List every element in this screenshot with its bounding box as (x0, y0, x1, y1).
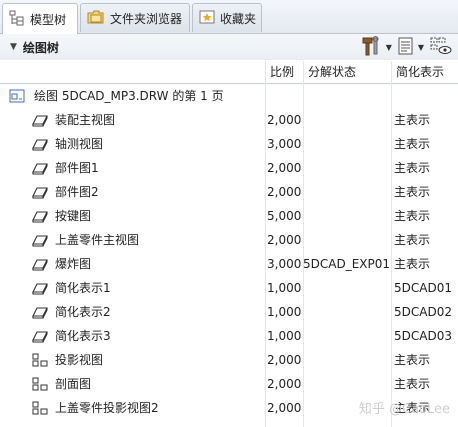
projection-view-icon (31, 353, 49, 370)
tree-row-view[interactable]: 简化表示3 1,000 5DCAD03 (0, 324, 458, 348)
tree-header: ▼ 绘图树 ▼ ▼ (0, 34, 458, 60)
view-icon (31, 233, 49, 250)
view-icon (31, 209, 49, 226)
tree-root-row[interactable]: 绘图 5DCAD_MP3.DRW 的第 1 页 (0, 84, 458, 108)
tree-row-view[interactable]: 装配主视图 2,000 主表示 (0, 108, 458, 132)
tree-row-view[interactable]: 简化表示1 1,000 5DCAD01 (0, 276, 458, 300)
hidden-items-icon (430, 36, 452, 59)
tree-row-view[interactable]: 部件图1 2,000 主表示 (0, 156, 458, 180)
view-scale: 2,000 (267, 161, 302, 175)
view-scale: 1,000 (267, 281, 302, 295)
view-simplified-rep: 主表示 (394, 113, 431, 127)
tree-row-view[interactable]: 按键图 5,000 主表示 (0, 204, 458, 228)
tab-favorites[interactable]: 收藏夹 (192, 3, 262, 32)
hammer-wrench-icon (360, 35, 382, 59)
filter-tool-button[interactable] (430, 36, 452, 59)
settings-tool-button[interactable]: ▼ (360, 35, 392, 59)
view-simplified-rep: 5DCAD02 (394, 305, 452, 319)
collapse-caret-icon[interactable]: ▼ (10, 42, 17, 52)
tab-bar: 模型树 文件夹浏览器 收藏夹 (0, 0, 458, 34)
view-icon (31, 305, 49, 322)
view-scale: 1,000 (267, 329, 302, 343)
drawing-sheet-icon (9, 89, 25, 106)
view-scale: 1,000 (267, 305, 302, 319)
view-scale: 2,000 (267, 353, 302, 367)
tab-folder-browser[interactable]: 文件夹浏览器 (80, 3, 190, 32)
view-icon (31, 329, 49, 346)
view-name: 部件图1 (55, 161, 99, 175)
tree-row-view[interactable]: 上盖零件主视图 2,000 主表示 (0, 228, 458, 252)
view-simplified-rep: 主表示 (394, 209, 431, 223)
column-header-exploded-state[interactable]: 分解状态 (303, 61, 391, 83)
view-scale: 2,000 (267, 233, 302, 247)
view-simplified-rep: 主表示 (394, 161, 431, 175)
view-simplified-rep: 5DCAD01 (394, 281, 452, 295)
tree-title: 绘图树 (22, 40, 59, 55)
view-simplified-rep: 主表示 (394, 257, 431, 271)
view-simplified-rep: 主表示 (394, 353, 431, 367)
view-scale: 5,000 (267, 209, 302, 223)
view-name: 部件图2 (55, 185, 99, 199)
view-name: 爆炸图 (55, 257, 92, 271)
view-icon (31, 257, 49, 274)
column-header-simplified-rep[interactable]: 简化表示 (391, 61, 458, 83)
projection-view-icon (31, 377, 49, 394)
view-scale: 3,000 (267, 137, 302, 151)
tree-row-view[interactable]: 部件图2 2,000 主表示 (0, 180, 458, 204)
view-scale: 2,000 (267, 185, 302, 199)
view-scale: 2,000 (267, 113, 302, 127)
view-simplified-rep: 主表示 (394, 377, 431, 391)
projection-view-icon (31, 401, 49, 418)
view-icon (31, 161, 49, 178)
model-tree-icon (9, 10, 25, 29)
view-name: 简化表示2 (55, 305, 111, 319)
show-tool-button[interactable]: ▼ (398, 37, 424, 58)
tab-label: 收藏夹 (220, 11, 257, 26)
view-name: 上盖零件主视图 (55, 233, 140, 247)
tree-row-view[interactable]: 剖面图 2,000 主表示 (0, 372, 458, 396)
view-icon (31, 185, 49, 202)
view-icon (31, 113, 49, 130)
view-name: 剖面图 (55, 377, 92, 391)
view-name: 装配主视图 (55, 113, 116, 127)
view-name: 简化表示1 (55, 281, 111, 295)
view-name: 轴测视图 (55, 137, 104, 151)
dropdown-arrow-icon: ▼ (385, 42, 392, 52)
tab-label: 文件夹浏览器 (110, 11, 183, 26)
view-name: 简化表示3 (55, 329, 111, 343)
column-header-scale[interactable]: 比例 (265, 61, 303, 83)
list-display-icon (398, 37, 414, 58)
tree-root-label: 绘图 5DCAD_MP3.DRW 的第 1 页 (34, 89, 224, 103)
view-name: 投影视图 (55, 353, 104, 367)
view-simplified-rep: 主表示 (394, 137, 431, 151)
view-simplified-rep: 主表示 (394, 185, 431, 199)
tree-row-view[interactable]: 爆炸图 3,000 5DCAD_EXP01 主表示 (0, 252, 458, 276)
tree-row-view[interactable]: 轴测视图 3,000 主表示 (0, 132, 458, 156)
favorites-icon (199, 9, 215, 28)
tab-label: 模型树 (30, 12, 67, 27)
tab-model-tree[interactable]: 模型树 (2, 3, 78, 34)
tree-row-view[interactable]: 投影视图 2,000 主表示 (0, 348, 458, 372)
folder-icon (87, 9, 105, 28)
view-icon (31, 137, 49, 154)
view-scale: 2,000 (267, 401, 302, 415)
view-exploded-state: 5DCAD_EXP01 (303, 257, 391, 271)
column-header-row: 比例 分解状态 简化表示 (0, 61, 458, 84)
watermark: 知乎 @CaoLee (358, 402, 450, 417)
view-icon (31, 281, 49, 298)
view-simplified-rep: 主表示 (394, 233, 431, 247)
tree-row-view[interactable]: 简化表示2 1,000 5DCAD02 (0, 300, 458, 324)
view-scale: 3,000 (267, 257, 302, 271)
view-name: 按键图 (55, 209, 92, 223)
view-name: 上盖零件投影视图2 (55, 401, 159, 415)
view-scale: 2,000 (267, 377, 302, 391)
tree-toolbar: ▼ ▼ (360, 35, 452, 59)
view-simplified-rep: 5DCAD03 (394, 329, 452, 343)
dropdown-arrow-icon: ▼ (417, 42, 424, 52)
